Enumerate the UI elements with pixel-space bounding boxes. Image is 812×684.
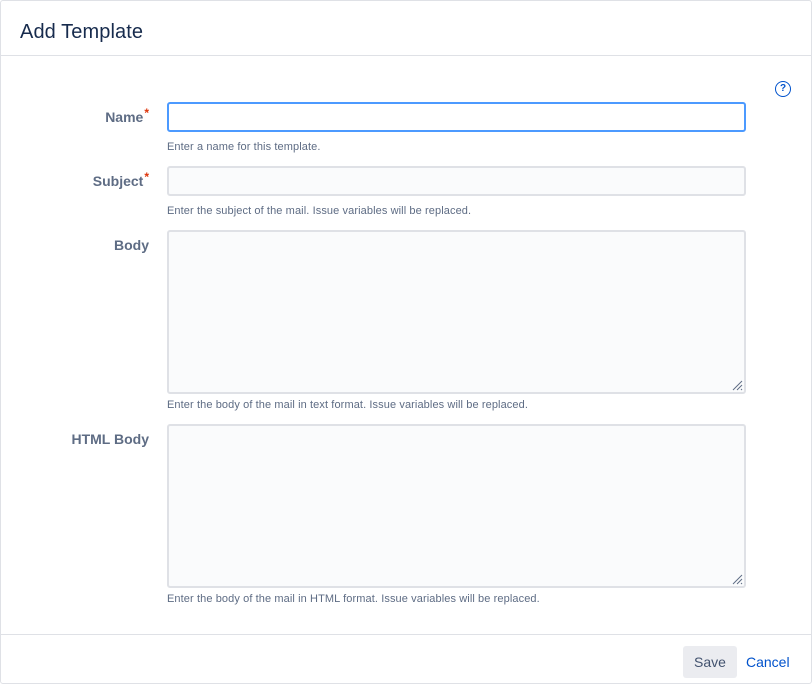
resize-handle-icon[interactable] xyxy=(731,573,743,585)
subject-label: Subject* xyxy=(92,170,149,189)
subject-description: Enter the subject of the mail. Issue var… xyxy=(167,205,472,217)
body-label: Body xyxy=(114,237,149,253)
required-marker: * xyxy=(144,170,149,184)
name-label-text: Name xyxy=(105,109,144,125)
required-marker: * xyxy=(144,106,149,120)
body-textarea[interactable] xyxy=(167,230,746,394)
resize-handle-icon[interactable] xyxy=(731,379,743,391)
html-body-label: HTML Body xyxy=(71,431,149,447)
dialog-header: Add Template xyxy=(1,1,811,56)
name-description: Enter a name for this template. xyxy=(167,141,321,153)
html-body-textarea[interactable] xyxy=(167,424,746,588)
save-button[interactable]: Save xyxy=(683,646,737,678)
cancel-link[interactable]: Cancel xyxy=(746,646,790,678)
dialog-footer: Save Cancel xyxy=(1,634,811,683)
name-label: Name* xyxy=(105,106,149,125)
subject-input[interactable] xyxy=(167,166,746,196)
add-template-dialog: Add Template ? Name* Enter a name for th… xyxy=(0,0,812,684)
question-circle-icon[interactable]: ? xyxy=(775,81,791,97)
name-input[interactable] xyxy=(167,102,746,132)
dialog-title: Add Template xyxy=(20,21,144,43)
html-body-description: Enter the body of the mail in HTML forma… xyxy=(167,593,540,605)
body-description: Enter the body of the mail in text forma… xyxy=(167,399,528,411)
subject-label-text: Subject xyxy=(92,173,144,189)
